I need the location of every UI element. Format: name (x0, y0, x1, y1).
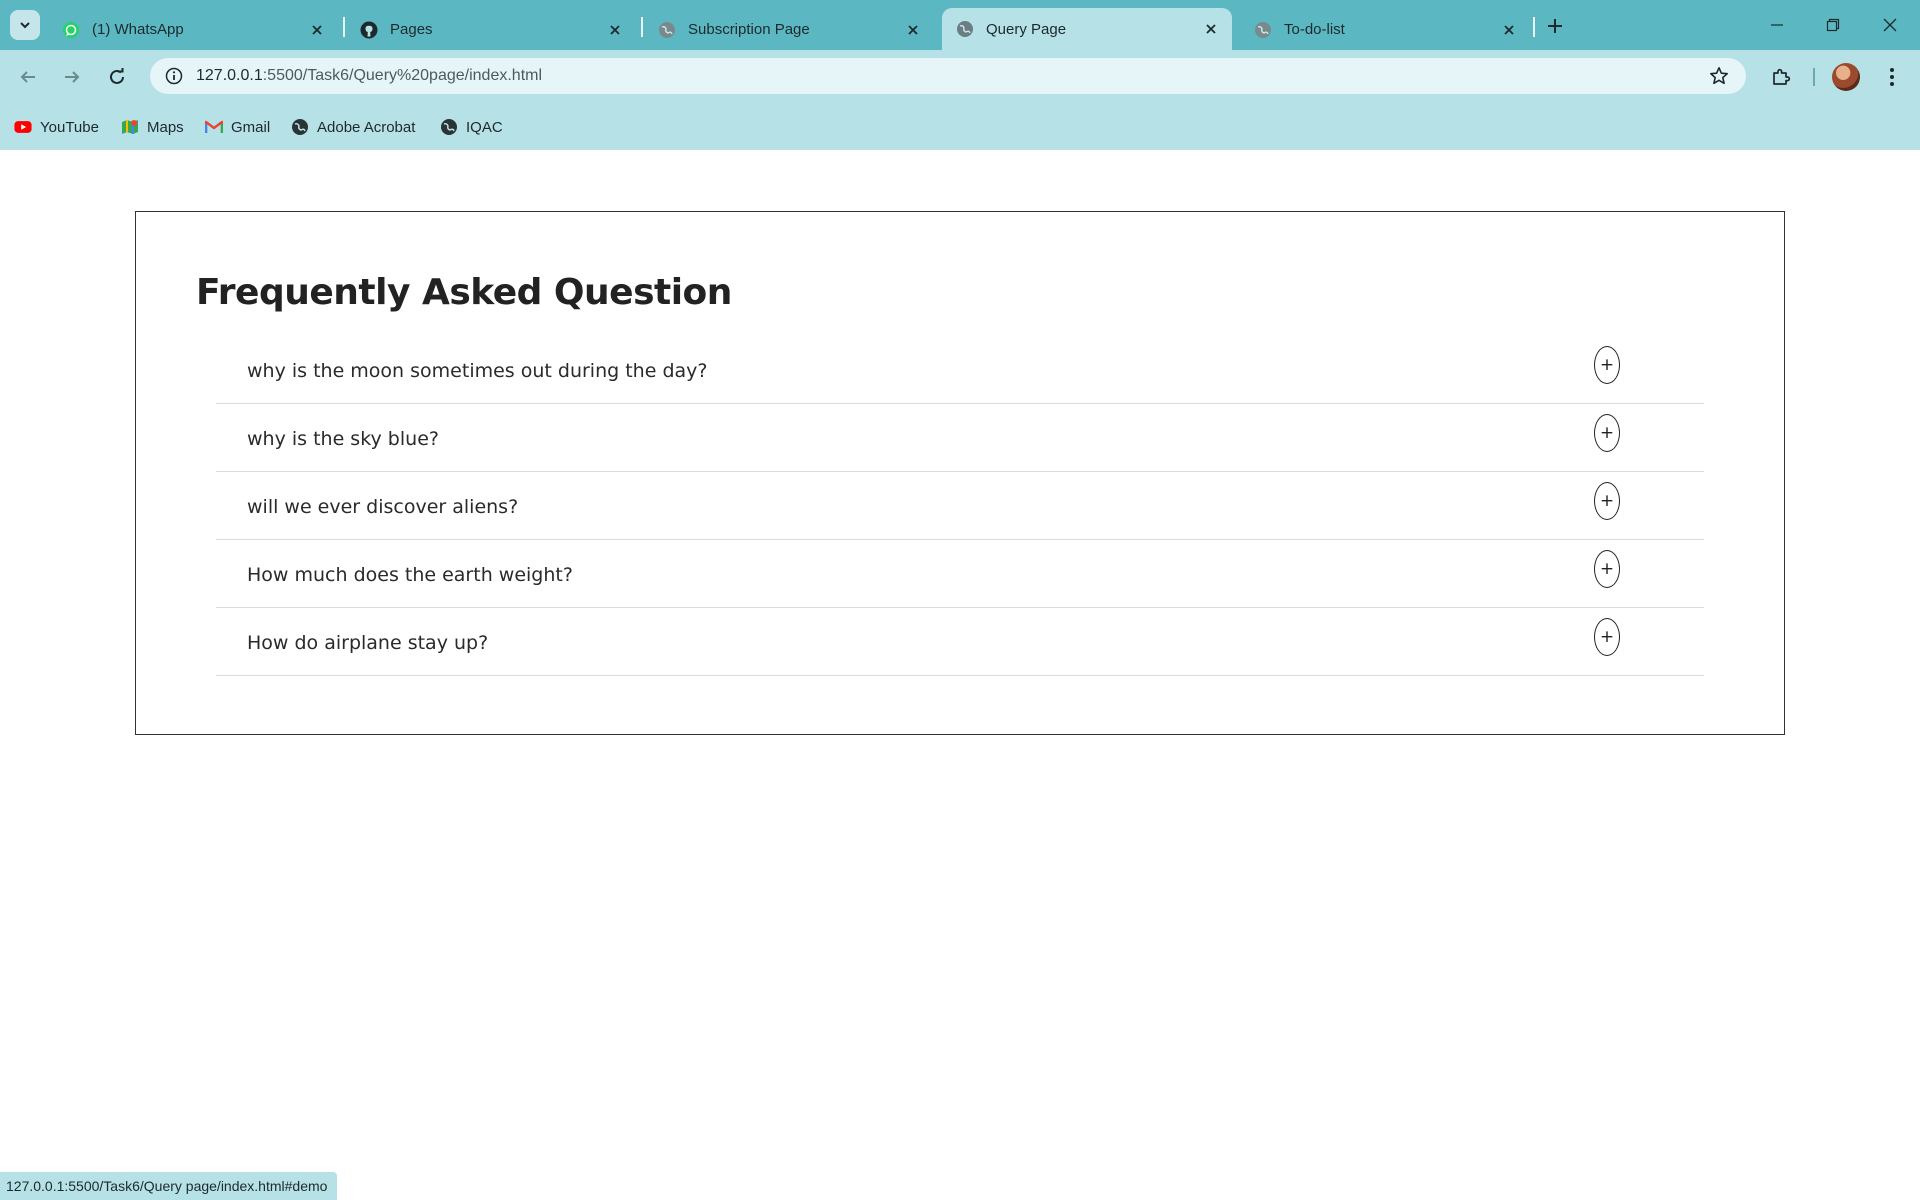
faq-list: why is the moon sometimes out during the… (216, 336, 1704, 676)
youtube-icon (14, 118, 32, 136)
faq-container: Frequently Asked Question why is the moo… (135, 211, 1785, 735)
close-icon[interactable] (1202, 20, 1220, 38)
bookmark-label: Gmail (231, 118, 271, 136)
faq-question[interactable]: why is the moon sometimes out during the… (247, 360, 707, 382)
minimize-icon (1771, 24, 1783, 26)
close-icon[interactable] (308, 21, 326, 39)
bookmark-label: Adobe Acrobat (317, 118, 416, 136)
expand-button[interactable]: + (1594, 482, 1620, 520)
bookmark-iqac[interactable]: IQAC (440, 116, 503, 138)
expand-button[interactable]: + (1594, 550, 1620, 588)
bookmark-label: YouTube (40, 118, 99, 136)
expand-button[interactable]: + (1594, 414, 1620, 452)
reload-icon (110, 68, 124, 84)
tab-title: Subscription Page (688, 21, 810, 38)
faq-question[interactable]: How do airplane stay up? (247, 632, 488, 654)
faq-item[interactable]: will we ever discover aliens? + (216, 472, 1704, 540)
arrow-left-icon (20, 71, 35, 83)
globe-icon (658, 21, 676, 39)
chevron-down-icon (20, 22, 30, 29)
faq-item[interactable]: why is the sky blue? + (216, 404, 1704, 472)
tab-subscription-page[interactable]: Subscription Page (644, 9, 934, 50)
address-bar[interactable]: 127.0.0.1:5500/Task6/Query%20page/index.… (150, 58, 1746, 94)
url-host: 127.0.0.1 (196, 67, 263, 84)
minimize-button[interactable] (1760, 10, 1794, 40)
page-title: Frequently Asked Question (196, 272, 732, 313)
tab-separator (1533, 17, 1535, 37)
tab-title: Pages (390, 21, 433, 38)
expand-button[interactable]: + (1594, 346, 1620, 384)
faq-item[interactable]: why is the moon sometimes out during the… (216, 336, 1704, 404)
tab-title: To-do-list (1284, 21, 1345, 38)
profile-avatar[interactable] (1832, 63, 1860, 91)
bookmark-adobe-acrobat[interactable]: Adobe Acrobat (291, 116, 415, 138)
tab-query-page[interactable]: Query Page (942, 8, 1232, 50)
faq-question[interactable]: will we ever discover aliens? (247, 496, 518, 518)
new-tab-button[interactable] (1541, 12, 1569, 40)
bookmarks-bar: YouTube Maps Gmail Adobe Acrobat IQAC (0, 102, 1920, 150)
faq-question[interactable]: How much does the earth weight? (247, 564, 573, 586)
github-icon (360, 21, 378, 39)
tab-separator (343, 17, 345, 37)
gmail-icon (205, 118, 223, 136)
close-icon[interactable] (1500, 21, 1518, 39)
tab-search-button[interactable] (10, 10, 40, 40)
globe-icon (956, 20, 974, 38)
bookmark-star-icon[interactable] (1708, 65, 1730, 87)
bookmark-maps[interactable]: Maps (121, 116, 184, 138)
close-icon[interactable] (606, 21, 624, 39)
globe-icon (440, 118, 458, 136)
browser-toolbar: 127.0.0.1:5500/Task6/Query%20page/index.… (0, 50, 1920, 102)
tab-separator (641, 17, 643, 37)
reload-button[interactable] (101, 61, 133, 93)
maps-icon (121, 118, 139, 136)
bookmark-gmail[interactable]: Gmail (205, 116, 270, 138)
globe-icon (291, 118, 309, 136)
bookmark-youtube[interactable]: YouTube (14, 116, 99, 138)
back-button[interactable] (12, 61, 44, 93)
faq-item[interactable]: How do airplane stay up? + (216, 608, 1704, 676)
more-vertical-icon (1890, 68, 1894, 86)
extensions-button[interactable] (1765, 61, 1797, 93)
toolbar-divider (1813, 68, 1815, 86)
tab-pages[interactable]: Pages (346, 9, 636, 50)
forward-button[interactable] (56, 61, 88, 93)
tab-to-do-list[interactable]: To-do-list (1240, 9, 1530, 50)
expand-button[interactable]: + (1594, 618, 1620, 656)
restore-icon (1826, 18, 1840, 32)
site-info-icon[interactable] (164, 66, 184, 86)
tab-title: Query Page (986, 20, 1067, 38)
plus-icon (1548, 19, 1562, 33)
tab-title: (1) WhatsApp (92, 21, 184, 38)
faq-question[interactable]: why is the sky blue? (247, 428, 439, 450)
tab-strip: (1) WhatsApp Pages Subscription Page Que… (0, 0, 1920, 50)
bookmark-label: Maps (147, 118, 184, 136)
status-bar: 127.0.0.1:5500/Task6/Query page/index.ht… (0, 1172, 338, 1200)
arrow-right-icon (65, 71, 80, 83)
browser-menu-button[interactable] (1876, 61, 1908, 93)
whatsapp-icon (62, 21, 80, 39)
bookmark-label: IQAC (466, 118, 503, 136)
close-icon (1883, 18, 1897, 32)
faq-item[interactable]: How much does the earth weight? + (216, 540, 1704, 608)
tab-whatsapp[interactable]: (1) WhatsApp (48, 9, 338, 50)
address-url[interactable]: 127.0.0.1:5500/Task6/Query%20page/index.… (196, 67, 542, 85)
close-window-button[interactable] (1873, 10, 1907, 40)
restore-button[interactable] (1816, 10, 1850, 40)
puzzle-icon (1773, 68, 1791, 85)
url-path: :5500/Task6/Query%20page/index.html (262, 67, 543, 84)
globe-icon (1254, 21, 1272, 39)
close-icon[interactable] (904, 21, 922, 39)
